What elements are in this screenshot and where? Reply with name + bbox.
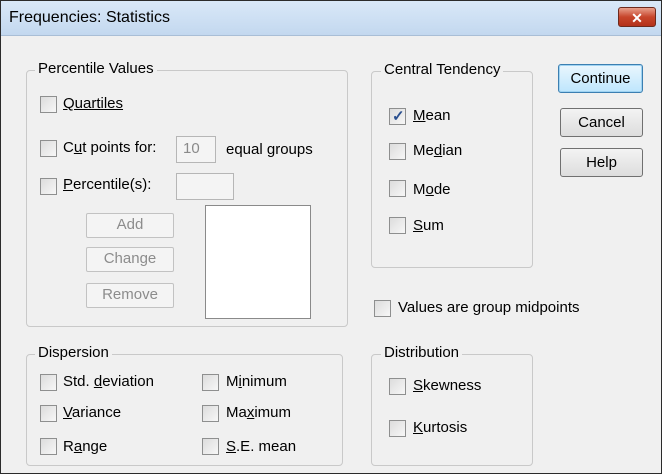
std-deviation-checkbox[interactable] bbox=[40, 374, 57, 391]
range-label-c: nge bbox=[82, 438, 108, 455]
mean-checkbox[interactable] bbox=[389, 107, 406, 125]
se-mean-label[interactable]: S.E. mean bbox=[226, 438, 296, 456]
sum-label[interactable]: Sum bbox=[413, 217, 444, 235]
help-button[interactable]: Help bbox=[560, 148, 643, 177]
close-icon: ✕ bbox=[631, 10, 643, 26]
percentiles-label-a: P bbox=[63, 176, 74, 193]
cut-points-label-c: t points for: bbox=[82, 139, 157, 156]
range-checkbox[interactable] bbox=[40, 438, 57, 455]
median-label-a: Me bbox=[413, 142, 434, 159]
central-tendency-legend: Central Tendency bbox=[381, 62, 504, 78]
central-tendency-group bbox=[371, 71, 533, 268]
skewness-label-a: S bbox=[413, 377, 424, 394]
add-button[interactable]: Add bbox=[86, 213, 174, 238]
percentile-list[interactable] bbox=[205, 205, 311, 319]
range-label-a: R bbox=[63, 438, 74, 455]
mean-label-a: M bbox=[413, 107, 426, 124]
quartiles-checkbox[interactable] bbox=[40, 96, 57, 113]
percentile-values-legend: Percentile Values bbox=[35, 61, 157, 77]
kurtosis-checkbox[interactable] bbox=[389, 420, 406, 437]
cut-points-label-a: C bbox=[63, 139, 74, 156]
std-deviation-label-b: d bbox=[93, 373, 103, 390]
variance-label-b: ariance bbox=[71, 404, 122, 421]
mode-checkbox[interactable] bbox=[389, 180, 406, 197]
change-button[interactable]: Change bbox=[86, 247, 174, 272]
se-mean-checkbox[interactable] bbox=[202, 438, 219, 455]
maximum-label-a: Ma bbox=[226, 404, 247, 421]
minimum-checkbox[interactable] bbox=[202, 374, 219, 391]
variance-checkbox[interactable] bbox=[40, 405, 57, 422]
range-label-b: a bbox=[73, 438, 83, 455]
cut-points-label[interactable]: Cut points for: bbox=[63, 139, 156, 157]
remove-button[interactable]: Remove bbox=[86, 283, 174, 308]
variance-label-a: V bbox=[63, 404, 72, 421]
std-deviation-label-c: eviation bbox=[102, 373, 154, 390]
continue-button[interactable]: Continue bbox=[558, 64, 643, 93]
group-midpoints-label-c: roup midpoints bbox=[481, 299, 580, 316]
std-deviation-label[interactable]: Std. deviation bbox=[63, 373, 154, 391]
group-midpoints-label[interactable]: Values are group midpoints bbox=[398, 299, 580, 317]
group-midpoints-checkbox[interactable] bbox=[374, 300, 391, 317]
percentiles-label[interactable]: Percentile(s): bbox=[63, 176, 151, 194]
median-label-c: ian bbox=[442, 142, 463, 159]
median-checkbox[interactable] bbox=[389, 143, 406, 160]
group-midpoints-label-a: Values are bbox=[398, 299, 473, 316]
quartiles-label-text: Quartiles bbox=[63, 95, 124, 112]
equal-groups-label: equal groups bbox=[226, 141, 313, 158]
se-mean-label-a: S bbox=[226, 438, 237, 455]
minimum-label[interactable]: Minimum bbox=[226, 373, 287, 391]
sum-checkbox[interactable] bbox=[389, 217, 406, 234]
skewness-label[interactable]: Skewness bbox=[413, 377, 481, 395]
std-deviation-label-a: Std. bbox=[63, 373, 94, 390]
cut-points-value: 10 bbox=[183, 140, 200, 157]
se-mean-label-b: .E. mean bbox=[236, 438, 297, 455]
minimum-label-c: nimum bbox=[241, 373, 287, 390]
percentile-input[interactable] bbox=[176, 173, 234, 200]
minimum-label-a: M bbox=[226, 373, 239, 390]
percentiles-label-b: ercentile(s): bbox=[73, 176, 152, 193]
cancel-button[interactable]: Cancel bbox=[560, 108, 643, 137]
quartiles-label[interactable]: Quartiles bbox=[63, 95, 123, 113]
kurtosis-label-a: K bbox=[413, 419, 424, 436]
cut-points-checkbox[interactable] bbox=[40, 140, 57, 157]
range-label[interactable]: Range bbox=[63, 438, 107, 456]
kurtosis-label-b: urtosis bbox=[423, 419, 468, 436]
skewness-checkbox[interactable] bbox=[389, 378, 406, 395]
skewness-label-b: kewness bbox=[423, 377, 482, 394]
mode-label[interactable]: Mode bbox=[413, 181, 451, 199]
median-label[interactable]: Median bbox=[413, 142, 462, 160]
variance-label[interactable]: Variance bbox=[63, 404, 121, 422]
close-button[interactable]: ✕ bbox=[618, 7, 656, 27]
sum-label-b: um bbox=[423, 217, 444, 234]
cut-points-label-b: u bbox=[73, 139, 83, 156]
mean-label[interactable]: Mean bbox=[413, 107, 451, 125]
dispersion-legend: Dispersion bbox=[35, 345, 112, 361]
title-bar: Frequencies: Statistics ✕ bbox=[1, 1, 661, 36]
distribution-legend: Distribution bbox=[381, 345, 463, 361]
cut-points-input[interactable]: 10 bbox=[176, 136, 216, 163]
kurtosis-label[interactable]: Kurtosis bbox=[413, 419, 467, 437]
mode-label-c: de bbox=[433, 181, 451, 198]
maximum-checkbox[interactable] bbox=[202, 405, 219, 422]
mode-label-b: o bbox=[425, 181, 434, 198]
percentiles-checkbox[interactable] bbox=[40, 178, 57, 195]
maximum-label-c: imum bbox=[254, 404, 292, 421]
window-title: Frequencies: Statistics bbox=[9, 9, 170, 26]
mean-label-b: ean bbox=[425, 107, 451, 124]
maximum-label[interactable]: Maximum bbox=[226, 404, 291, 422]
sum-label-a: S bbox=[413, 217, 424, 234]
group-midpoints-label-b: g bbox=[472, 299, 482, 316]
distribution-group bbox=[371, 354, 533, 466]
frequencies-statistics-dialog: Frequencies: Statistics ✕ Percentile Val… bbox=[0, 0, 662, 474]
median-label-b: d bbox=[433, 142, 443, 159]
mode-label-a: M bbox=[413, 181, 426, 198]
